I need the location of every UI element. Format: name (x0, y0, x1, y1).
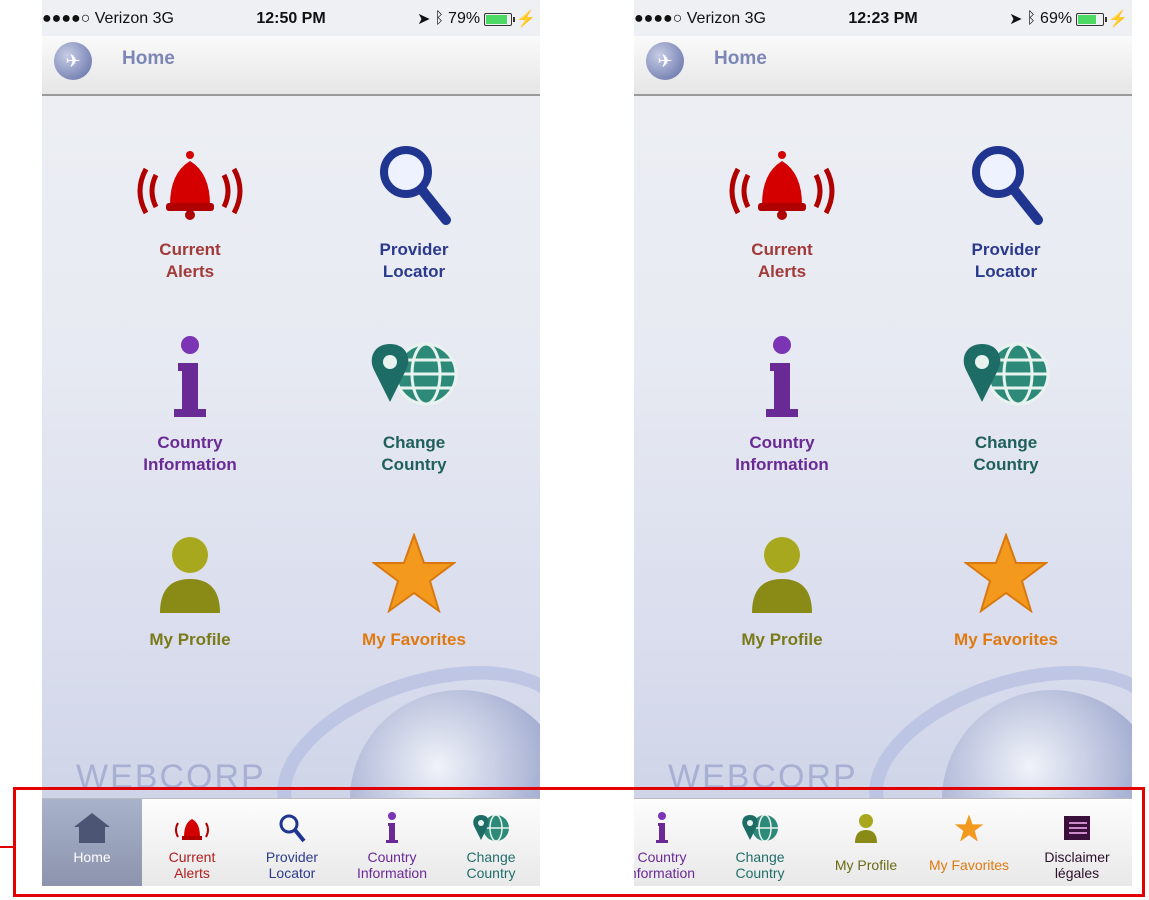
tile-label: Country (973, 455, 1039, 474)
tile-label: Locator (974, 262, 1038, 281)
highlight-outline (13, 787, 1145, 897)
bell-icon (692, 135, 872, 231)
tile-label: Current (751, 240, 813, 259)
tile-label: Country (749, 433, 815, 452)
tile-label: Provider (379, 240, 449, 259)
page-title: Home (714, 48, 767, 69)
profile-icon (692, 525, 872, 621)
app-logo-icon[interactable]: ✈ (646, 42, 684, 80)
tile-label: Change (974, 433, 1038, 452)
nav-bar: ✈ Home (42, 36, 540, 96)
tile-label: My Favorites (954, 630, 1058, 649)
magnifier-icon (916, 135, 1096, 231)
tile-provider-locator[interactable]: Provider Locator (916, 135, 1096, 283)
status-right: ➤ ᛒ 79% ⚡ (417, 9, 536, 29)
tile-label: Provider (971, 240, 1041, 259)
tile-label: Information (143, 455, 237, 474)
globe-pin-icon (324, 328, 504, 424)
tile-label: Country (381, 455, 447, 474)
tile-label: My Profile (741, 630, 823, 649)
star-icon (324, 525, 504, 621)
tile-my-favorites[interactable]: My Favorites (324, 525, 504, 651)
tile-label: Country (157, 433, 223, 452)
magnifier-icon (324, 135, 504, 231)
bluetooth-icon: ᛒ (434, 10, 445, 27)
app-logo-icon[interactable]: ✈ (54, 42, 92, 80)
location-arrow-icon: ➤ (417, 11, 431, 28)
tile-label: My Favorites (362, 630, 466, 649)
tile-my-profile[interactable]: My Profile (692, 525, 872, 651)
tile-label: Current (159, 240, 221, 259)
tile-current-alerts[interactable]: Current Alerts (692, 135, 872, 283)
nav-bar: ✈ Home (634, 36, 1132, 96)
info-icon (100, 328, 280, 424)
tile-label: My Profile (149, 630, 231, 649)
status-bar: ●●●●○ Verizon 3G 12:50 PM ➤ ᛒ 79% ⚡ (42, 0, 540, 36)
status-bar: ●●●●○ Verizon 3G 12:23 PM ➤ ᛒ 69% ⚡ (634, 0, 1132, 36)
tile-country-information[interactable]: Country Information (100, 328, 280, 476)
page-title: Home (122, 48, 175, 69)
tile-label: Alerts (165, 262, 215, 281)
tile-label: Locator (382, 262, 446, 281)
phone-screen-left: ●●●●○ Verizon 3G 12:50 PM ➤ ᛒ 79% ⚡ ✈ Ho… (42, 0, 540, 886)
tile-current-alerts[interactable]: Current Alerts (100, 135, 280, 283)
globe-pin-icon (916, 328, 1096, 424)
battery-percent: 69% (1040, 10, 1073, 27)
tile-label: Alerts (757, 262, 807, 281)
highlight-connector-line (0, 846, 13, 848)
tile-my-favorites[interactable]: My Favorites (916, 525, 1096, 651)
tile-change-country[interactable]: Change Country (324, 328, 504, 476)
tile-my-profile[interactable]: My Profile (100, 525, 280, 651)
tile-label: Information (735, 455, 829, 474)
bluetooth-icon: ᛒ (1026, 10, 1037, 27)
phone-screen-right: ●●●●○ Verizon 3G 12:23 PM ➤ ᛒ 69% ⚡ ✈ Ho… (634, 0, 1132, 886)
bell-icon (100, 135, 280, 231)
charging-icon: ⚡ (1108, 11, 1128, 28)
battery-fill (486, 14, 507, 24)
charging-icon: ⚡ (516, 11, 536, 28)
location-arrow-icon: ➤ (1009, 11, 1023, 28)
status-right: ➤ ᛒ 69% ⚡ (1009, 9, 1128, 29)
info-icon (692, 328, 872, 424)
tile-change-country[interactable]: Change Country (916, 328, 1096, 476)
profile-icon (100, 525, 280, 621)
battery-icon (1076, 12, 1108, 26)
battery-icon (484, 12, 516, 26)
star-icon (916, 525, 1096, 621)
tile-label: Change (382, 433, 446, 452)
tile-provider-locator[interactable]: Provider Locator (324, 135, 504, 283)
battery-percent: 79% (448, 10, 481, 27)
tile-country-information[interactable]: Country Information (692, 328, 872, 476)
battery-fill (1078, 14, 1097, 24)
